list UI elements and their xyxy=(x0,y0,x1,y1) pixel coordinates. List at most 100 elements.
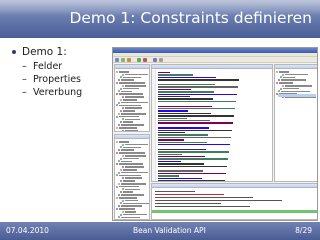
tree-node-icon xyxy=(116,163,118,166)
tree-node-text xyxy=(279,82,293,84)
tree-node-icon xyxy=(120,87,122,90)
toolbar-nav-icon xyxy=(159,58,163,62)
tree-node-icon xyxy=(122,143,124,146)
tree-node-text xyxy=(119,208,135,210)
code-line xyxy=(158,165,227,167)
code-line xyxy=(158,84,215,86)
tree-node-icon xyxy=(118,149,120,152)
tree-node-text xyxy=(121,183,146,185)
tree-node-icon xyxy=(116,82,118,84)
tree-node-text xyxy=(121,124,144,126)
tree-node-icon xyxy=(116,140,118,143)
tree-node-text xyxy=(121,205,142,207)
code-line xyxy=(158,74,193,76)
tree-node-text xyxy=(125,143,148,146)
footer-date: 07.04.2010 xyxy=(6,226,49,235)
tree-node-icon xyxy=(116,93,118,96)
tree-node-icon xyxy=(116,174,118,177)
tree-node-icon xyxy=(122,188,124,191)
code-line xyxy=(158,175,179,177)
tree-node-text xyxy=(123,110,135,112)
package-explorer-pane xyxy=(114,64,150,132)
tree-node-icon xyxy=(122,154,124,157)
code-line xyxy=(158,115,234,117)
bullet-demo: Demo 1: xyxy=(10,44,110,60)
bullet-list: Demo 1: Felder Properties Vererbung xyxy=(10,44,110,99)
tree-node-icon xyxy=(120,157,122,160)
tree-node-text xyxy=(119,185,139,188)
tree-node-icon xyxy=(118,216,120,219)
tree-node-text xyxy=(121,171,148,174)
tree-node-text xyxy=(121,160,132,163)
tree-node-text xyxy=(125,96,144,98)
tree-node-icon xyxy=(118,194,120,196)
tree-node-text xyxy=(125,85,146,87)
code-line xyxy=(158,163,204,165)
code-line xyxy=(158,93,237,95)
code-line xyxy=(158,91,214,93)
tree-node-text xyxy=(121,79,134,81)
ide-screenshot xyxy=(112,47,318,221)
tree-node-icon xyxy=(122,73,124,76)
code-line xyxy=(158,136,231,139)
code-line xyxy=(158,132,185,134)
tree-node-icon xyxy=(278,90,280,93)
tree-node-icon xyxy=(280,87,282,90)
console-line xyxy=(155,191,195,193)
tree-node-text xyxy=(119,71,129,73)
code-line xyxy=(158,96,190,98)
code-line xyxy=(158,180,225,181)
tree-node-text xyxy=(121,149,134,151)
tree-node-text xyxy=(119,127,137,129)
tree-node-icon xyxy=(280,76,282,79)
tree-node-icon xyxy=(120,202,122,205)
console-tabs xyxy=(152,184,317,188)
editor-tabs xyxy=(152,65,272,69)
tree-node-icon xyxy=(118,205,120,208)
code-line xyxy=(158,105,212,107)
tree-node-text xyxy=(125,188,140,191)
tree-node-icon xyxy=(122,107,124,110)
code-line xyxy=(158,134,208,136)
code-line xyxy=(158,120,210,122)
code-line xyxy=(158,76,216,79)
tree-node-icon xyxy=(116,185,118,188)
outline-header xyxy=(275,65,317,69)
tree-node-icon xyxy=(122,177,124,180)
tree-node-text xyxy=(125,129,138,131)
toolbar-new-icon xyxy=(115,58,119,62)
tree-node-icon xyxy=(122,118,124,121)
tree-node-icon xyxy=(116,115,118,118)
sub-bullet-felder: Felder xyxy=(10,60,110,73)
tree-node-text xyxy=(119,174,141,177)
console-line xyxy=(155,194,224,196)
console-progress-bar xyxy=(152,210,317,213)
tree-node-text xyxy=(283,76,295,79)
code-line xyxy=(158,144,230,146)
tree-node-text xyxy=(123,157,139,160)
outline-selected-row xyxy=(278,94,316,97)
package-explorer-header xyxy=(115,65,149,69)
code-line xyxy=(158,86,238,88)
console-pane xyxy=(151,183,317,220)
tree-node-text xyxy=(125,118,140,121)
tree-node-text xyxy=(125,199,138,202)
code-line xyxy=(158,110,188,112)
console-line xyxy=(155,206,250,208)
tree-node-icon xyxy=(282,73,284,76)
tree-node-icon xyxy=(120,98,122,101)
toolbar-search-icon xyxy=(153,58,157,62)
tree-node-icon xyxy=(120,110,122,112)
editor-ruler xyxy=(152,70,156,181)
tree-node-text xyxy=(121,101,148,104)
footer-title: Bean Validation API xyxy=(133,226,206,235)
code-line xyxy=(158,129,232,131)
code-line xyxy=(158,170,203,172)
tree-node-text xyxy=(123,202,149,205)
code-line xyxy=(158,160,181,163)
tree-node-icon xyxy=(116,208,118,210)
footer-bar: 07.04.2010 Bean Validation API 8/29 xyxy=(0,222,320,240)
tree-node-text xyxy=(121,113,146,115)
console-line xyxy=(155,197,253,199)
tree-node-text xyxy=(123,146,141,149)
